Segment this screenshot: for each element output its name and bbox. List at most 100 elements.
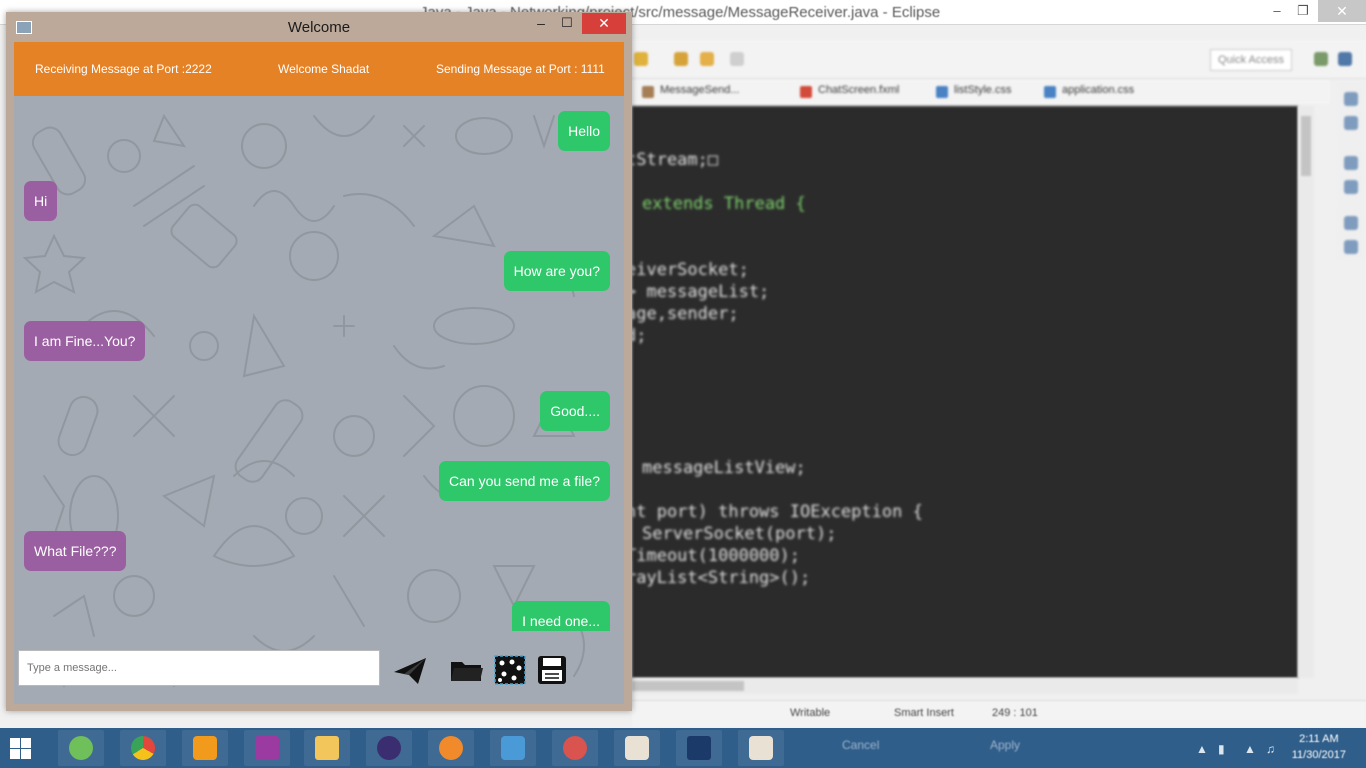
perspective-icon[interactable] <box>1314 52 1328 66</box>
windows-start-icon[interactable] <box>8 736 32 760</box>
message-bubble-sent: Hello <box>558 111 610 151</box>
view-icon[interactable] <box>1344 240 1358 254</box>
app-glyph <box>625 736 649 760</box>
app-glyph <box>439 736 463 760</box>
view-icon[interactable] <box>1344 92 1358 106</box>
view-icon[interactable] <box>1344 116 1358 130</box>
code-line: Timeout(1000000); <box>626 546 800 566</box>
java-perspective-icon[interactable] <box>1338 52 1352 66</box>
chat-maximize-icon[interactable]: ☐ <box>556 14 578 34</box>
file-explorer-icon[interactable] <box>304 730 350 766</box>
view-icon[interactable] <box>1344 156 1358 170</box>
volume-icon[interactable]: ♫ <box>1266 742 1275 756</box>
chrome-icon[interactable] <box>120 730 166 766</box>
tab-label: listStyle.css <box>954 84 1012 96</box>
code-line: eiverSocket; <box>626 260 749 280</box>
message-bubble-sent: I need one... <box>512 601 610 631</box>
toolbar-icon[interactable] <box>634 52 648 66</box>
toolbar-icon[interactable] <box>700 52 714 66</box>
winrar-icon[interactable] <box>244 730 290 766</box>
code-line: age,sender; <box>626 304 739 324</box>
message-bubble-sent: Can you send me a file? <box>439 461 610 501</box>
chat-window: Welcome – ☐ ✕ Receiving Message at Port … <box>6 12 632 711</box>
app-icon[interactable] <box>490 730 536 766</box>
app-glyph <box>193 736 217 760</box>
view-icon[interactable] <box>1344 180 1358 194</box>
chat-close-icon[interactable]: ✕ <box>582 13 626 34</box>
view-icon[interactable] <box>1344 216 1358 230</box>
css-file-icon <box>936 86 948 98</box>
scroll-thumb[interactable] <box>1301 116 1311 176</box>
toolbar-icon[interactable] <box>674 52 688 66</box>
java-icon[interactable] <box>614 730 660 766</box>
code-line: ServerSocket(port); <box>642 524 837 544</box>
app-glyph <box>749 736 773 760</box>
toolbar-icon[interactable] <box>730 52 744 66</box>
app-glyph <box>255 736 279 760</box>
app-glyph <box>377 736 401 760</box>
chat-minimize-icon[interactable]: – <box>530 14 552 34</box>
tab-chatscreen[interactable]: ChatScreen.fxml <box>800 84 899 100</box>
java-icon[interactable] <box>738 730 784 766</box>
right-side-toolbar <box>1336 80 1366 260</box>
send-icon[interactable] <box>392 654 428 686</box>
app-glyph <box>687 736 711 760</box>
tab-application[interactable]: application.css <box>1044 84 1134 100</box>
chat-header: Receiving Message at Port :2222 Welcome … <box>14 42 624 96</box>
css-file-icon <box>1044 86 1056 98</box>
status-writable: Writable <box>790 707 831 719</box>
message-bubble-received: What File??? <box>24 531 127 571</box>
taskbar-clock[interactable]: 2:11 AM 11/30/2017 <box>1292 731 1346 763</box>
message-input[interactable] <box>18 650 380 686</box>
chat-client-area: Receiving Message at Port :2222 Welcome … <box>14 42 624 704</box>
java-file-icon <box>642 86 654 98</box>
app-icon[interactable] <box>552 730 598 766</box>
sublime-icon[interactable] <box>182 730 228 766</box>
code-line: > messageList; <box>626 282 770 302</box>
app-glyph <box>69 736 93 760</box>
welcome-label: Welcome Shadat <box>278 62 370 76</box>
tab-messagesend[interactable]: MessageSend... <box>642 84 740 100</box>
start-tile <box>21 749 31 759</box>
save-icon[interactable] <box>534 654 570 686</box>
status-cursor-position: 249 : 101 <box>992 707 1038 719</box>
eclipse-icon[interactable] <box>366 730 412 766</box>
start-tile <box>21 738 31 748</box>
battery-icon[interactable]: ▮ <box>1218 742 1225 756</box>
tray-arrow-icon[interactable]: ▲ <box>1196 742 1208 756</box>
status-insert-mode: Smart Insert <box>894 707 954 719</box>
app-icon[interactable] <box>428 730 474 766</box>
folder-icon[interactable] <box>448 654 484 686</box>
editor-vertical-scrollbar[interactable] <box>1298 106 1314 678</box>
eclipse-status-bar: Writable Smart Insert 249 : 101 <box>632 700 1366 727</box>
quick-access-field[interactable]: Quick Access <box>1210 49 1292 71</box>
hidden-dialog-cancel: Cancel <box>842 738 880 752</box>
code-line: rayList<String>(); <box>626 568 811 588</box>
tab-liststyle[interactable]: listStyle.css <box>936 84 1011 100</box>
scroll-thumb[interactable] <box>632 681 744 691</box>
clock-date: 11/30/2017 <box>1291 749 1346 761</box>
message-bubble-sent: How are you? <box>503 251 610 291</box>
fxml-file-icon <box>800 86 812 98</box>
network-icon[interactable]: ▲ <box>1244 742 1256 756</box>
hidden-dialog-apply: Apply <box>990 738 1021 752</box>
code-line: extends Thread { <box>642 194 806 214</box>
tab-label: ChatScreen.fxml <box>818 84 900 96</box>
message-bubble-sent: Good.... <box>540 391 610 431</box>
restore-icon[interactable]: ❐ <box>1288 0 1318 22</box>
editor-tabs: MessageSend... ChatScreen.fxml listStyle… <box>630 80 1330 104</box>
editor-horizontal-scrollbar[interactable] <box>632 678 1298 694</box>
code-editor[interactable]: tStream;□ extends Thread { eiverSocket; … <box>626 106 1298 678</box>
tab-label: application.css <box>1062 84 1135 96</box>
message-bubble-received: I am Fine...You? <box>24 321 146 361</box>
android-studio-icon[interactable] <box>58 730 104 766</box>
eclipse-close-icon[interactable]: ✕ <box>1318 0 1366 22</box>
code-line: tStream;□ <box>626 150 719 170</box>
chat-titlebar[interactable]: Welcome – ☐ ✕ <box>6 12 632 42</box>
start-tile <box>10 738 20 748</box>
image-icon[interactable] <box>492 654 528 686</box>
photoshop-icon[interactable] <box>676 730 722 766</box>
sending-port-label: Sending Message at Port : 1111 <box>436 62 605 76</box>
message-bubble-received: Hi <box>24 181 58 221</box>
tab-label: MessageSend... <box>660 84 740 96</box>
